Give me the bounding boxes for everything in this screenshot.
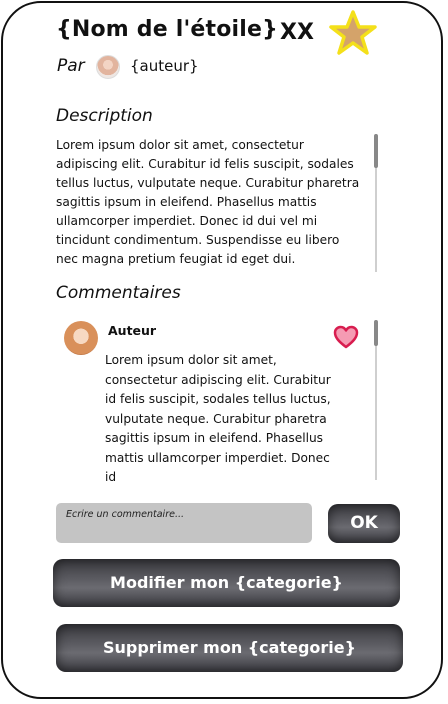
comments-title: Commentaires (56, 283, 181, 303)
submit-comment-button[interactable]: OK (328, 504, 400, 543)
by-label: Par (57, 56, 85, 76)
comments-scrollbar-thumb[interactable] (374, 320, 378, 346)
comment-input[interactable]: Ecrire un commentaire... (56, 503, 312, 543)
author-avatar[interactable] (96, 55, 120, 79)
modify-button[interactable]: Modifier mon {categorie} (53, 559, 400, 607)
author-name[interactable]: {auteur} (130, 57, 199, 75)
description-scrollbar-thumb[interactable] (374, 134, 378, 168)
description-title: Description (56, 106, 153, 126)
rating-value: XX (280, 20, 314, 45)
comment-author[interactable]: Auteur (108, 323, 156, 338)
star-icon[interactable] (329, 10, 377, 56)
comment-avatar[interactable] (64, 321, 98, 355)
description-text: Lorem ipsum dolor sit amet, consectetur … (56, 138, 360, 266)
comment-text: Lorem ipsum dolor sit amet, consectetur … (105, 353, 331, 482)
page-title: {Nom de l'étoile} (56, 17, 278, 42)
delete-button[interactable]: Supprimer mon {categorie} (56, 624, 403, 672)
heart-icon[interactable] (333, 325, 359, 349)
